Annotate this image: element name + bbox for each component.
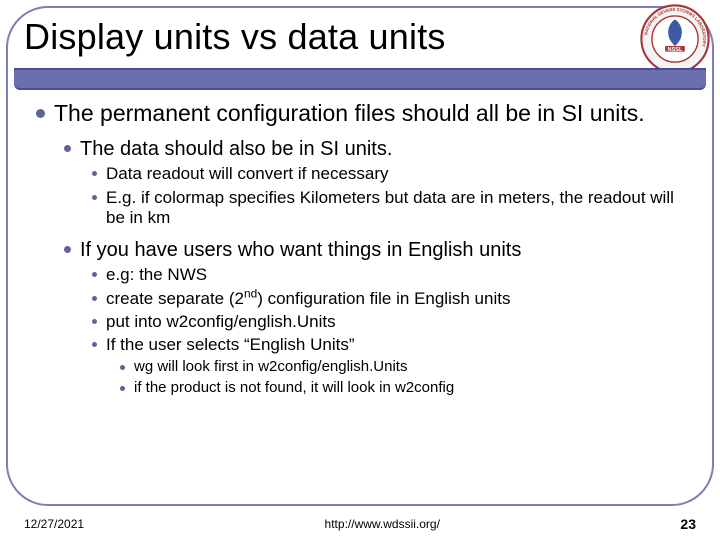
footer-url: http://www.wdssii.org/ xyxy=(325,517,440,531)
bullet-icon xyxy=(92,272,97,277)
bullet-l3b: E.g. if colormap specifies Kilometers bu… xyxy=(106,188,692,229)
bullet-icon xyxy=(92,319,97,324)
bullet-icon xyxy=(92,342,97,347)
title-band xyxy=(14,68,706,90)
bullet-icon xyxy=(64,246,71,253)
bullet-l4b: if the product is not found, it will loo… xyxy=(134,379,454,398)
bullet-icon xyxy=(92,171,97,176)
footer-page-number: 23 xyxy=(680,516,696,532)
bullet-l4a: wg will look first in w2config/english.U… xyxy=(134,358,407,377)
bullet-l2a: The data should also be in SI units. xyxy=(80,137,392,161)
bullet-l3f: If the user selects “English Units” xyxy=(106,335,354,355)
bullet-l3e: put into w2config/english.Units xyxy=(106,312,336,332)
bullet-l2b: If you have users who want things in Eng… xyxy=(80,238,521,262)
bullet-icon xyxy=(92,296,97,301)
bullet-icon xyxy=(92,195,97,200)
footer-date: 12/27/2021 xyxy=(24,517,84,531)
bullet-l1: The permanent configuration files should… xyxy=(54,100,645,127)
bullet-l3a: Data readout will convert if necessary xyxy=(106,164,389,184)
bullet-icon xyxy=(36,109,45,118)
bullet-l3c: e.g: the NWS xyxy=(106,265,207,285)
bullet-icon xyxy=(120,365,125,370)
slide-body: The permanent configuration files should… xyxy=(36,100,692,484)
slide-title: Display units vs data units xyxy=(14,10,706,64)
bullet-icon xyxy=(120,386,125,391)
slide-footer: 12/27/2021 http://www.wdssii.org/ 23 xyxy=(0,516,720,532)
bullet-icon xyxy=(64,145,71,152)
bullet-l3d: create separate (2nd) configuration file… xyxy=(106,289,510,309)
